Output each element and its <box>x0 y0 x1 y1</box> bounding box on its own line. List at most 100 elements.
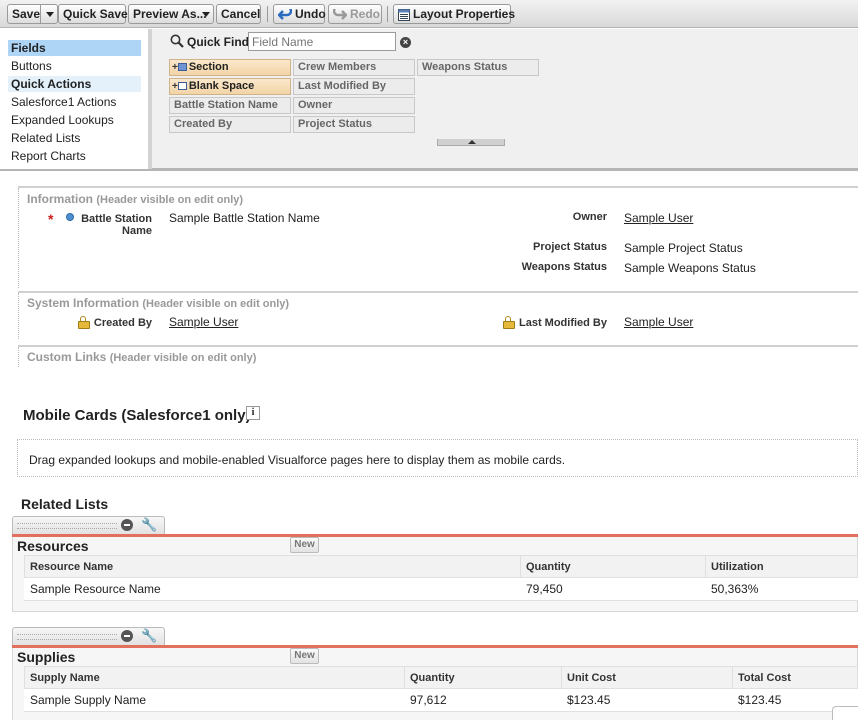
palette-item-last-modified-by[interactable]: Last Modified By <box>293 78 415 95</box>
mobile-cards-title: Mobile Cards (Salesforce1 only) <box>23 407 251 424</box>
palette-item-label: Blank Space <box>188 80 255 92</box>
palette-item-crew-members[interactable]: Crew Members <box>293 59 415 76</box>
search-icon <box>170 34 184 48</box>
palette-item-battle-station-name[interactable]: Battle Station Name <box>169 97 291 114</box>
related-list-title: Supplies <box>17 649 76 665</box>
section-title-subtitle: (Header visible on edit only) <box>109 352 257 364</box>
field-value-weapons-status[interactable]: Sample Weapons Status <box>624 261 756 275</box>
palette-item-label: Section <box>188 61 229 73</box>
related-list-drag-handle[interactable]: 🔧 <box>12 627 165 645</box>
toolbar-separator <box>387 6 388 22</box>
save-button-label: Save <box>12 7 41 21</box>
related-list-drag-handle[interactable]: 🔧 <box>12 516 165 534</box>
supplies-table: Supply Name Quantity Unit Cost Total Cos… <box>24 666 858 712</box>
layout-properties-label: Layout Properties <box>413 7 516 21</box>
remove-icon[interactable] <box>121 630 133 642</box>
section-title-information[interactable]: Information (Header visible on edit only… <box>27 192 243 206</box>
table-cell: 97,612 <box>404 688 562 712</box>
new-button[interactable]: New <box>290 648 319 664</box>
column-header: Quantity <box>520 555 706 578</box>
mobile-cards-drop-hint: Drag expanded lookups and mobile-enabled… <box>29 453 566 467</box>
section-divider <box>18 291 858 293</box>
table-cell: 79,450 <box>520 577 706 601</box>
palette-item-blank-space[interactable]: + Blank Space <box>169 78 291 95</box>
section-title-text: System Information <box>27 296 140 310</box>
palette-category-buttons[interactable]: Buttons <box>8 58 141 74</box>
column-header: Utilization <box>705 555 858 578</box>
field-label-owner: Owner <box>572 211 607 223</box>
save-button[interactable]: Save <box>7 4 58 24</box>
palette-item-section[interactable]: + Section <box>169 59 291 76</box>
field-label-weapons-status: Weapons Status <box>521 261 607 273</box>
section-left-rule <box>18 188 19 288</box>
section-title-subtitle: (Header visible on edit only) <box>96 194 244 206</box>
preview-as-button[interactable]: Preview As... <box>128 4 214 24</box>
section-title-system-information[interactable]: System Information (Header visible on ed… <box>27 296 289 310</box>
palette-item-owner[interactable]: Owner <box>293 97 415 114</box>
redo-arrow-icon <box>333 8 347 20</box>
palette-bottom-border <box>0 169 858 171</box>
column-header: Total Cost <box>732 666 858 689</box>
layout-properties-icon <box>398 8 410 21</box>
mobile-cards-drop-zone[interactable]: Drag expanded lookups and mobile-enabled… <box>17 439 858 477</box>
palette-category-fields[interactable]: Fields <box>8 40 141 56</box>
info-icon[interactable]: i <box>246 406 260 420</box>
palette-category-related-lists[interactable]: Related Lists <box>8 130 141 146</box>
related-list-title: Resources <box>17 538 89 554</box>
undo-arrow-icon <box>278 8 292 20</box>
table-cell: Sample Supply Name <box>24 688 405 712</box>
section-title-text: Information <box>27 192 93 206</box>
required-indicator: * <box>48 211 54 227</box>
quick-find-label: Quick Find <box>187 35 250 49</box>
column-header: Unit Cost <box>561 666 733 689</box>
window-corner <box>832 706 858 720</box>
field-label-project-status: Project Status <box>533 241 607 253</box>
palette-category-quick-actions[interactable]: Quick Actions <box>8 76 141 92</box>
new-button[interactable]: New <box>290 537 319 553</box>
palette-item-weapons-status[interactable]: Weapons Status <box>417 59 539 76</box>
table-cell: 50,363% <box>705 577 858 601</box>
chevron-down-icon[interactable] <box>46 12 54 17</box>
save-dropdown-divider <box>40 5 41 23</box>
cancel-button[interactable]: Cancel <box>216 4 261 24</box>
quick-save-button[interactable]: Quick Save <box>58 4 128 24</box>
field-value-owner[interactable]: Sample User <box>624 211 693 225</box>
quick-find-input[interactable] <box>248 32 396 51</box>
table-cell: $123.45 <box>561 688 733 712</box>
required-dot-icon <box>66 213 74 221</box>
table-header-row: Supply Name Quantity Unit Cost Total Cos… <box>24 666 858 689</box>
palette-category-salesforce1-actions[interactable]: Salesforce1 Actions <box>8 94 141 110</box>
layout-properties-button[interactable]: Layout Properties <box>393 4 515 24</box>
field-value-created-by[interactable]: Sample User <box>169 315 238 329</box>
palette-category-list: Fields Buttons Quick Actions Salesforce1… <box>0 29 152 169</box>
section-title-text: Custom Links <box>27 350 107 364</box>
palette-collapse-handle[interactable] <box>437 139 505 146</box>
palette-category-report-charts[interactable]: Report Charts <box>8 148 141 164</box>
remove-icon[interactable] <box>121 519 133 531</box>
redo-button[interactable]: Redo <box>328 4 382 24</box>
preview-as-label: Preview As... <box>133 7 207 21</box>
field-label-last-modified-by: Last Modified By <box>518 317 607 329</box>
palette-item-created-by[interactable]: Created By <box>169 116 291 133</box>
field-label-created-by: Created By <box>93 317 152 329</box>
palette: Fields Buttons Quick Actions Salesforce1… <box>0 29 858 169</box>
field-value-project-status[interactable]: Sample Project Status <box>624 241 743 255</box>
undo-button[interactable]: Undo <box>273 4 326 24</box>
section-left-rule <box>18 347 19 367</box>
resources-table: Resource Name Quantity Utilization Sampl… <box>24 555 858 601</box>
table-cell: Sample Resource Name <box>24 577 521 601</box>
section-divider <box>18 345 858 347</box>
field-value-last-modified-by[interactable]: Sample User <box>624 315 693 329</box>
chevron-down-icon <box>202 12 210 17</box>
wrench-icon[interactable]: 🔧 <box>141 629 157 643</box>
column-header: Quantity <box>404 666 562 689</box>
column-header: Supply Name <box>24 666 405 689</box>
wrench-icon[interactable]: 🔧 <box>141 518 157 532</box>
clear-icon[interactable]: × <box>400 37 411 48</box>
toolbar-separator <box>267 6 268 22</box>
palette-category-expanded-lookups[interactable]: Expanded Lookups <box>8 112 141 128</box>
section-icon <box>177 63 187 71</box>
field-value-battle-station-name[interactable]: Sample Battle Station Name <box>169 211 320 225</box>
palette-item-project-status[interactable]: Project Status <box>293 116 415 133</box>
section-title-custom-links[interactable]: Custom Links (Header visible on edit onl… <box>27 350 256 364</box>
